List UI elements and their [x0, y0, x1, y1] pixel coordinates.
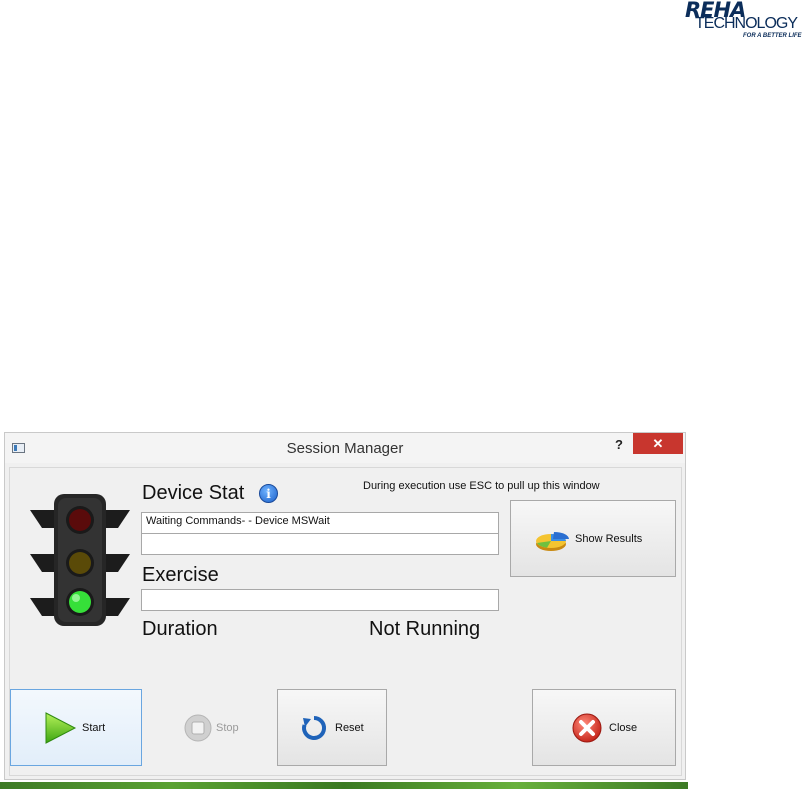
device-status-field-2 — [141, 533, 499, 555]
close-button[interactable]: Close — [532, 689, 676, 766]
help-button[interactable]: ? — [609, 435, 629, 455]
reset-label: Reset — [335, 722, 364, 734]
title-bar[interactable]: Session Manager ? ✕ — [5, 433, 685, 463]
window-title: Session Manager — [286, 440, 404, 457]
esc-hint-text: During execution use ESC to pull up this… — [363, 480, 600, 492]
device-status-label: Device Stat — [142, 482, 245, 504]
traffic-light-icon — [30, 494, 130, 626]
reset-icon — [302, 715, 327, 740]
reset-button[interactable]: Reset — [277, 689, 387, 766]
stop-button[interactable]: Stop — [144, 689, 276, 766]
duration-label: Duration — [142, 618, 218, 640]
show-results-button[interactable]: Show Results — [510, 500, 676, 577]
exercise-field — [141, 589, 499, 611]
window-close-button[interactable]: ✕ — [633, 433, 683, 454]
start-label: Start — [82, 722, 106, 734]
stop-label: Stop — [216, 722, 239, 734]
session-manager-window: Session Manager ? ✕ Device Stat i During… — [4, 432, 686, 780]
show-results-label: Show Results — [575, 533, 643, 545]
session-panel: Device Stat i During execution use ESC t… — [9, 467, 682, 776]
device-status-field-1: Waiting Commands- - Device MSWait — [141, 512, 499, 534]
info-icon[interactable]: i — [259, 484, 278, 503]
grass-strip — [0, 782, 688, 789]
duration-value: Not Running — [369, 618, 481, 640]
stop-icon — [184, 714, 212, 742]
close-circle-icon — [572, 713, 602, 743]
pie-chart-icon — [536, 532, 569, 551]
close-label: Close — [609, 722, 638, 734]
logo-tagline: FOR A BETTER LIFE — [743, 33, 802, 39]
logo-line2: TECHNOLOGY — [695, 15, 798, 32]
exercise-label: Exercise — [142, 564, 219, 586]
play-icon — [45, 712, 77, 744]
reha-technology-logo: REHA TECHNOLOGY FOR A BETTER LIFE — [683, 0, 811, 46]
start-button[interactable]: Start — [10, 689, 142, 766]
